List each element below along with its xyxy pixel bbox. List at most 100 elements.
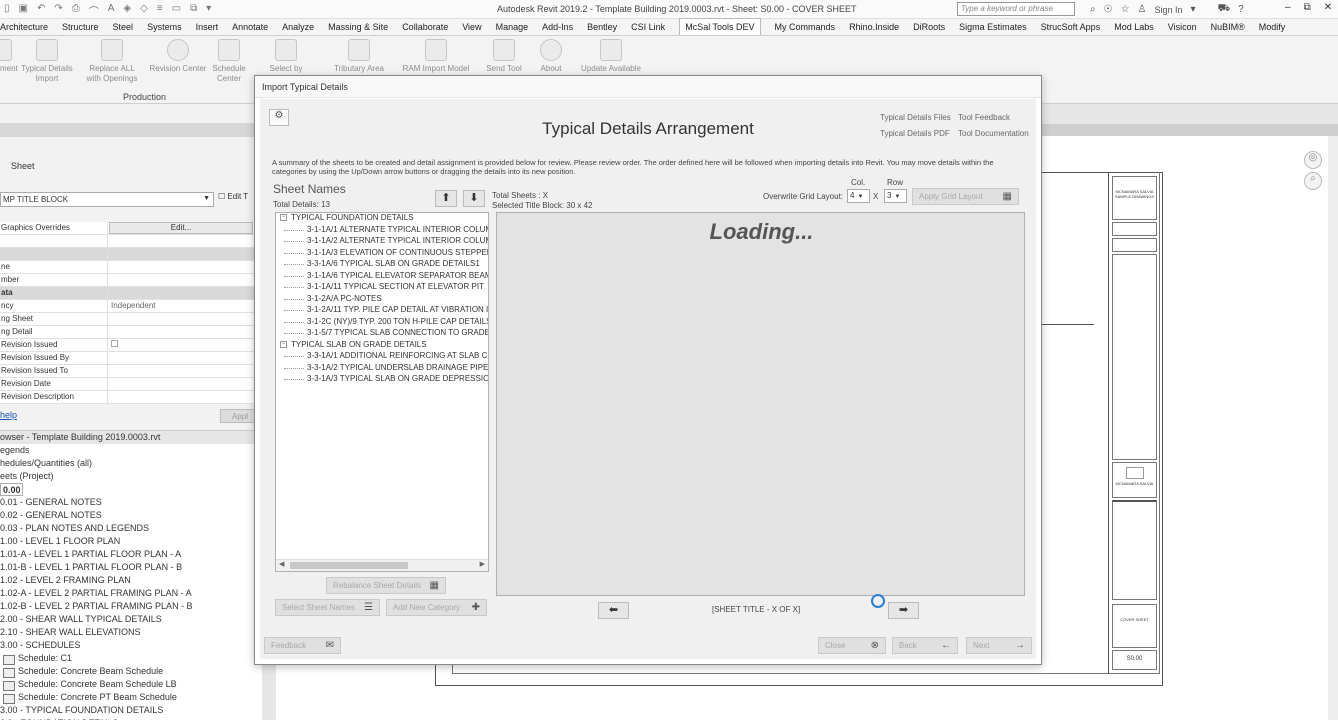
tree-detail-item[interactable]: 3-1-1A/6 TYPICAL ELEVATOR SEPARATOR BEAM [276,271,488,283]
tree-category[interactable]: − TYPICAL SLAB ON GRADE DETAILS [276,340,488,352]
browser-item[interactable]: 1.00 - LEVEL 1 FLOOR PLAN [0,535,262,548]
property-value[interactable] [109,287,259,289]
save-icon[interactable]: ▣ [19,3,28,18]
collapse-icon[interactable]: − [280,214,287,222]
ribbon-tab[interactable]: DiRoots [913,19,945,35]
binoculars-icon[interactable]: ⌕ [1090,4,1096,15]
properties-help-link[interactable]: help [0,410,17,420]
move-up-button[interactable]: ⬆ [435,190,457,207]
zoom-icon[interactable]: ⌕ [1304,172,1322,190]
browser-schedule-item[interactable]: Schedule: C1 [0,652,262,665]
row-select[interactable]: 3 ▼ [884,189,907,203]
measure-icon[interactable]: ⌒ [89,3,99,18]
ribbon-tab[interactable]: Visicon [1168,19,1197,35]
close-hidden-icon[interactable]: ▭ [172,3,181,18]
browser-schedule-item[interactable]: Schedule: Concrete Beam Schedule [0,665,262,678]
customize-icon[interactable]: ▾ [206,3,211,18]
ribbon-tab[interactable]: My Commands [775,19,836,35]
cart-icon[interactable]: ⛟ [1218,3,1231,16]
ribbon-tab[interactable]: Massing & Site [328,19,388,35]
ribbon-tab[interactable]: Annotate [232,19,268,35]
browser-item[interactable]: 1.01-A - LEVEL 1 PARTIAL FLOOR PLAN - A [0,548,262,561]
tree-detail-item[interactable]: 3-1-5/7 TYPICAL SLAB CONNECTION TO GRADE [276,328,488,340]
property-value[interactable] [109,248,259,250]
ribbon-tab[interactable]: Bentley [587,19,617,35]
property-value[interactable] [109,391,259,393]
feedback-button[interactable]: Feedback ✉ [264,637,341,654]
scroll-thumb[interactable] [290,562,408,569]
ribbon-tab[interactable]: Steel [113,19,134,35]
back-button[interactable]: Back ← [892,637,958,654]
property-value[interactable] [109,274,259,276]
about-button[interactable]: About [536,39,566,74]
scroll-left-icon[interactable]: ◀ [279,560,284,568]
property-value[interactable] [109,235,259,237]
tree-detail-item[interactable]: 3-1-1A/2 ALTERNATE TYPICAL INTERIOR COLU… [276,236,488,248]
undo-icon[interactable]: ↶ [37,3,45,18]
section-icon[interactable]: ◇ [140,3,148,18]
user-icon[interactable]: ♙ [1138,4,1147,15]
apply-grid-layout-button[interactable]: Apply Grid Layout ▦ [912,188,1019,205]
property-value[interactable] [109,313,259,315]
thin-lines-icon[interactable]: ≡ [157,3,163,18]
rebalance-button[interactable]: Rebalance Sheet Details ▦ [326,577,446,594]
move-down-button[interactable]: ⬇ [463,190,485,207]
sign-in-link[interactable]: Sign In [1155,5,1183,15]
ribbon-tab[interactable]: Modify [1259,19,1286,35]
property-value[interactable] [109,326,259,328]
tool-feedback-link[interactable]: Tool Feedback [958,113,1010,122]
property-value[interactable] [109,261,259,263]
browser-item[interactable]: 3.00 - TYPICAL FOUNDATION DETAILS [0,704,262,717]
chevron-down-icon[interactable]: ▾ [1191,4,1196,15]
ribbon-tab[interactable]: Insert [196,19,219,35]
close-button[interactable]: Close ⊗ [818,637,886,654]
tree-detail-item[interactable]: 3-3-1A/6 TYPICAL SLAB ON GRADE DETAILS1 [276,259,488,271]
browser-item[interactable]: eets (Project) [0,470,262,483]
print-icon[interactable]: ⎙ [72,3,80,18]
ribbon-tab[interactable]: Collaborate [402,19,448,35]
edit-type-button[interactable]: ☐ Edit T [218,192,248,201]
schedule-center-button[interactable]: Schedule Center [208,39,250,84]
ribbon-tab[interactable]: Add-Ins [542,19,573,35]
tributary-area-button[interactable]: Tributary Area [330,39,388,74]
tree-detail-item[interactable]: 3-3-1A/1 ADDITIONAL REINFORCING AT SLAB … [276,351,488,363]
ribbon-tab[interactable]: Analyze [282,19,314,35]
browser-item[interactable]: 1.02 - LEVEL 2 FRAMING PLAN [0,574,262,587]
browser-item[interactable]: 2.00 - SHEAR WALL TYPICAL DETAILS [0,613,262,626]
property-value[interactable] [109,352,259,354]
add-category-button[interactable]: Add New Category ✚ [386,599,487,616]
browser-item[interactable]: 1.02-A - LEVEL 2 PARTIAL FRAMING PLAN - … [0,587,262,600]
browser-schedule-item[interactable]: Schedule: Concrete PT Beam Schedule [0,691,262,704]
property-value[interactable] [109,365,259,367]
tool-documentation-link[interactable]: Tool Documentation [958,129,1029,138]
tree-horizontal-scrollbar[interactable]: ◀ ▶ [276,559,488,571]
tree-detail-item[interactable]: 3-3-1A/3 TYPICAL SLAB ON GRADE DEPRESSIO… [276,374,488,386]
previous-sheet-button[interactable]: ⬅ [598,602,629,619]
col-select[interactable]: 4 ▼ [847,189,870,203]
ribbon-tab[interactable]: Rhino.Inside [849,19,899,35]
browser-item[interactable]: 0.00 - COVER SHEET [0,483,23,496]
close-icon[interactable]: ✕ [1324,2,1332,13]
property-value[interactable] [109,378,259,380]
select-by-button[interactable]: Select by [262,39,310,74]
star-icon[interactable]: ☆ [1121,4,1130,15]
browser-item[interactable]: 2.10 - SHEAR WALL ELEVATIONS [0,626,262,639]
browser-item[interactable]: hedules/Quantities (all) [0,457,262,470]
collapse-icon[interactable]: − [280,340,287,348]
browser-schedule-item[interactable]: Schedule: Concrete Beam Schedule LB [0,678,262,691]
ribbon-tab[interactable]: Mod Labs [1114,19,1154,35]
browser-item[interactable]: 1.01-B - LEVEL 1 PARTIAL FLOOR PLAN - B [0,561,262,574]
ram-import-button[interactable]: RAM Import Model [396,39,476,74]
typical-details-import-button[interactable]: Typical Details Import [18,39,76,84]
ribbon-tab[interactable]: Systems [147,19,182,35]
ribbon-tab[interactable]: StrucSoft Apps [1041,19,1101,35]
tree-detail-item[interactable]: 3-1-2C (NY)/9 TYP. 200 TON H-PILE CAP DE… [276,317,488,329]
help-icon[interactable]: ? [1238,4,1244,15]
ribbon-tab[interactable]: Structure [62,19,99,35]
scroll-right-icon[interactable]: ▶ [480,560,485,568]
property-checkbox[interactable] [111,340,118,347]
ribbon-tab[interactable]: NuBIM® [1211,19,1245,35]
revision-center-button[interactable]: Revision Center [146,39,210,74]
browser-item[interactable]: 0.01 - GENERAL NOTES [0,496,262,509]
switch-windows-icon[interactable]: ⧉ [190,3,197,18]
